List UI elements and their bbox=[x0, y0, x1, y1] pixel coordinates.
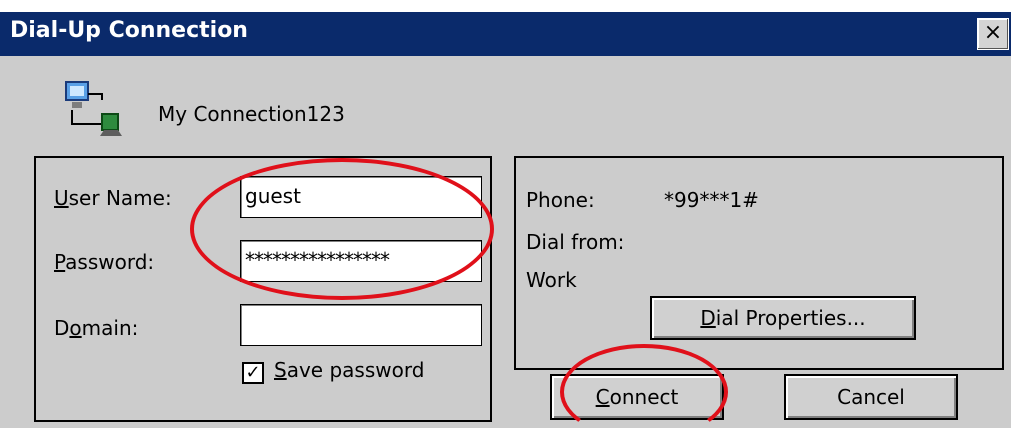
connect-highlight-ellipse bbox=[560, 344, 728, 440]
dial-from-value: Work bbox=[526, 268, 577, 292]
domain-label: Domain: bbox=[54, 316, 139, 340]
save-password-checkbox[interactable]: ✓ bbox=[242, 362, 264, 384]
close-button[interactable]: × bbox=[977, 18, 1009, 50]
password-label: Password: bbox=[54, 250, 155, 274]
close-icon: × bbox=[983, 20, 1003, 45]
credentials-highlight-ellipse bbox=[190, 158, 494, 300]
title-bar: Dial-Up Connection × bbox=[0, 12, 1011, 56]
cancel-button[interactable]: Cancel bbox=[784, 374, 958, 420]
user-name-label: User Name: bbox=[54, 186, 172, 210]
domain-field[interactable] bbox=[240, 304, 482, 346]
checkmark-icon: ✓ bbox=[245, 362, 261, 383]
network-computer-icon bbox=[65, 81, 122, 136]
dial-up-dialog: Dial-Up Connection × My Connection123 Us… bbox=[0, 12, 1011, 440]
dial-properties-button[interactable]: Dial Properties... bbox=[650, 296, 916, 340]
save-password-label: Save password bbox=[274, 358, 425, 382]
phone-value: *99***1# bbox=[664, 188, 759, 212]
phone-label: Phone: bbox=[526, 188, 595, 212]
connection-name: My Connection123 bbox=[158, 102, 345, 126]
window-title: Dial-Up Connection bbox=[10, 18, 248, 43]
dial-from-label: Dial from: bbox=[526, 230, 625, 254]
